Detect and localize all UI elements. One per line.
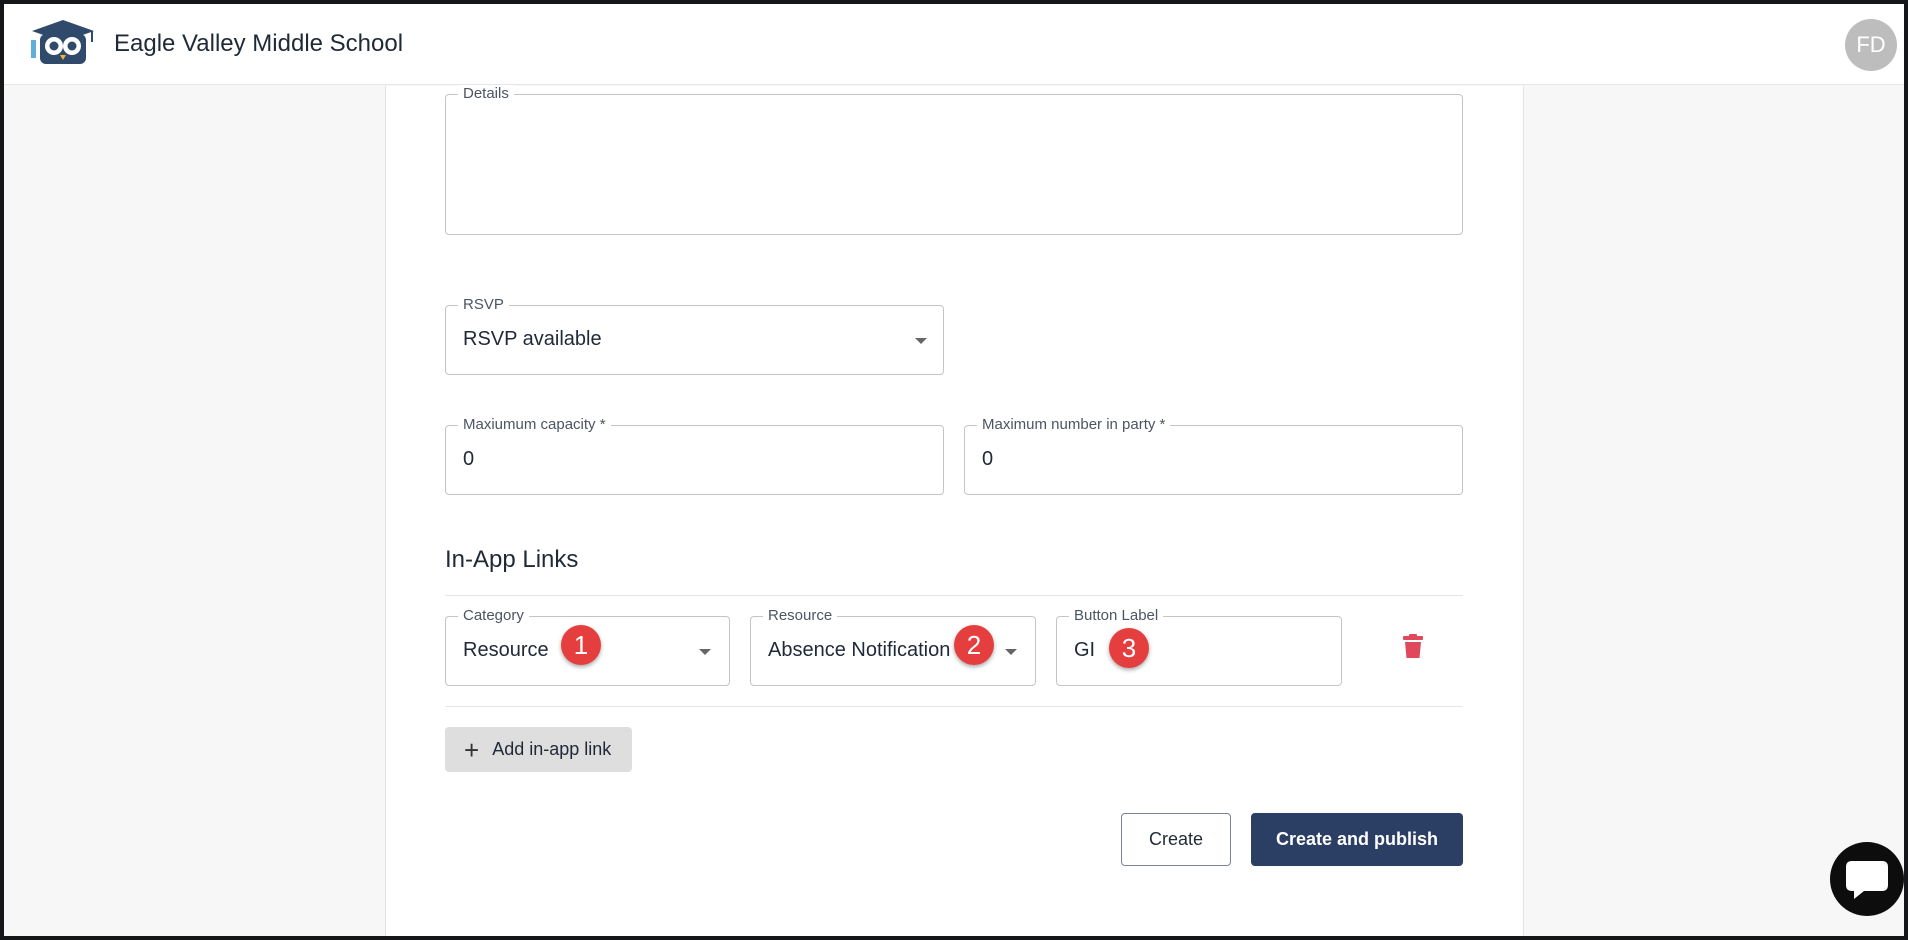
resource-value: Absence Notification — [768, 639, 951, 661]
section-divider-bottom — [445, 706, 1463, 707]
max-party-input[interactable]: Maximum number in party * 0 — [964, 416, 1463, 495]
resource-select[interactable]: Resource Absence Notification — [750, 607, 1036, 686]
step-marker-3: 3 — [1109, 628, 1149, 668]
plus-icon: + — [464, 734, 480, 765]
rsvp-value: RSVP available — [463, 328, 602, 350]
create-and-publish-button[interactable]: Create and publish — [1251, 813, 1463, 866]
category-label: Category — [458, 607, 529, 625]
details-field[interactable]: Details — [445, 85, 1463, 235]
category-value: Resource — [463, 639, 549, 661]
chat-launcher-button[interactable] — [1830, 842, 1904, 916]
chevron-down-icon — [915, 338, 927, 344]
details-label: Details — [458, 85, 514, 103]
max-party-value: 0 — [982, 448, 994, 470]
step-marker-2: 2 — [954, 625, 994, 665]
app-header: Eagle Valley Middle School FD — [0, 0, 1908, 85]
max-capacity-input[interactable]: Maxiumum capacity * 0 — [445, 416, 944, 495]
button-label-input[interactable]: Button Label GI — [1056, 607, 1342, 686]
add-in-app-link-label: Add in-app link — [492, 739, 612, 759]
button-label-label: Button Label — [1069, 607, 1164, 625]
chat-bubble-icon — [1846, 861, 1888, 899]
user-avatar[interactable]: FD — [1845, 19, 1897, 71]
step-marker-1: 1 — [561, 625, 601, 665]
delete-link-button[interactable] — [1402, 633, 1424, 659]
trash-icon — [1403, 634, 1423, 658]
school-name: Eagle Valley Middle School — [114, 30, 404, 57]
max-capacity-label: Maxiumum capacity * — [458, 416, 611, 434]
add-in-app-link-button[interactable]: + Add in-app link — [445, 727, 632, 772]
chevron-down-icon — [1005, 649, 1017, 655]
school-logo-icon[interactable] — [30, 18, 96, 70]
section-divider-top — [445, 595, 1463, 596]
button-label-value: GI — [1074, 639, 1096, 661]
chevron-down-icon — [699, 649, 711, 655]
in-app-links-title: In-App Links — [445, 546, 579, 573]
rsvp-label: RSVP — [458, 296, 509, 314]
max-party-label: Maximum number in party * — [977, 416, 1171, 434]
resource-label: Resource — [763, 607, 838, 625]
rsvp-select[interactable]: RSVP RSVP available — [445, 296, 944, 375]
create-button[interactable]: Create — [1121, 813, 1231, 866]
max-capacity-value: 0 — [463, 448, 475, 470]
